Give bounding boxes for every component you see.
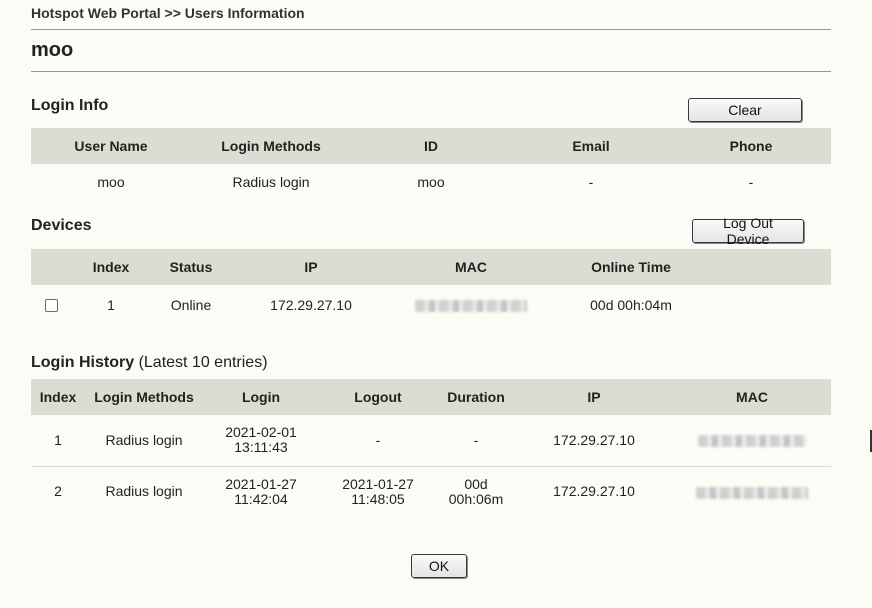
email-cell: - [588,173,594,190]
logout-time: 11:48:05 [351,490,405,507]
device-select-cell [31,285,71,325]
column-header-login-methods: Login Methods [94,389,194,405]
column-header-mac: MAC [455,259,487,275]
column-header-online-time: Online Time [591,259,671,275]
table-row: moo Radius login moo - - [31,164,831,200]
index-cell: 1 [54,431,62,448]
login-history-heading: Login History [31,354,135,371]
column-header-email: Email [572,138,610,154]
login-cell: 2021-02-01 13:11:43 [203,415,319,466]
duration-cell: - [437,415,515,466]
divider [31,29,831,30]
login-history-title: Login History (Latest 10 entries) [31,354,268,372]
login-history-subtitle: (Latest 10 entries) [138,354,268,371]
table-header-row: User Name Login Methods ID Email Phone [31,128,831,164]
redacted-mac [698,435,806,448]
breadcrumb: Hotspot Web Portal >> Users Information [31,5,305,21]
login-info-title: Login Info [31,97,109,114]
table-header-row: Index Login Methods Login Logout Duratio… [31,379,831,415]
column-header-ip: IP [587,389,601,405]
column-header-spacer [711,249,831,285]
ip-cell: 172.29.27.10 [553,483,635,500]
ok-button[interactable]: OK [411,554,467,578]
logout-date: 2021-01-27 [342,475,414,492]
logout-date: - [375,431,381,448]
ip-cell: 172.29.27.10 [270,296,352,313]
clear-button[interactable]: Clear [688,98,802,122]
column-header-login-methods: Login Methods [221,138,321,154]
login-cell: 2021-01-27 11:42:04 [203,466,319,517]
column-header-duration: Duration [447,389,505,405]
redacted-mac [696,486,808,499]
duration-cell: 00d 00h:06m [437,466,515,517]
divider [31,71,831,72]
login-date: 2021-02-01 [225,424,297,441]
login-method-cell: Radius login [105,483,183,500]
column-header-status: Status [169,259,213,275]
column-header-logout: Logout [354,389,402,405]
device-checkbox[interactable] [44,299,58,313]
column-header-select [31,249,71,285]
index-cell: 2 [54,483,62,500]
index-cell: 1 [107,296,115,313]
table-header-row: Index Status IP MAC Online Time [31,249,831,285]
log-out-device-button[interactable]: Log Out Device [692,215,804,247]
column-header-id: ID [424,138,438,154]
mac-cell [673,415,831,466]
login-method-cell: Radius login [232,173,310,190]
table-row: 1 Radius login 2021-02-01 13:11:43 - - 17… [31,415,831,466]
column-header-index: Index [39,389,77,405]
login-date: 2021-01-27 [225,475,297,492]
logout-cell: 2021-01-27 11:48:05 [319,466,437,517]
duration-days: - [473,431,479,448]
ip-cell: 172.29.27.10 [553,431,635,448]
mac-cell [673,466,831,517]
redacted-mac [415,299,527,312]
column-header-mac: MAC [736,389,768,405]
login-time: 13:11:43 [234,439,288,456]
logout-cell: - [319,415,437,466]
login-method-cell: Radius login [105,431,183,448]
online-time-cell: 00d 00h:04m [590,296,672,313]
column-header-user-name: User Name [74,138,148,154]
devices-title: Devices [31,217,92,234]
id-cell: moo [417,173,445,190]
user-name-cell: moo [97,173,125,190]
column-header-index: Index [92,259,130,275]
spacer-cell [711,285,831,325]
login-time: 11:42:04 [234,490,288,507]
status-cell: Online [170,296,212,313]
login-info-table: User Name Login Methods ID Email Phone m… [31,128,831,200]
page-title: moo [31,39,74,61]
table-row: 2 Radius login 2021-01-27 11:42:04 2021-0… [31,466,831,517]
duration-time: 00h:06m [448,490,504,507]
duration-days: 00d [464,475,488,492]
column-header-phone: Phone [729,138,773,154]
column-header-ip: IP [304,259,318,275]
column-header-login: Login [241,389,281,405]
phone-cell: - [748,173,754,190]
table-row: 1 Online 172.29.27.10 00d 00h:04m [31,285,831,325]
mac-cell [391,285,551,325]
login-history-table: Index Login Methods Login Logout Duratio… [31,379,831,517]
devices-table: Index Status IP MAC Online Time 1 Online… [31,249,831,325]
